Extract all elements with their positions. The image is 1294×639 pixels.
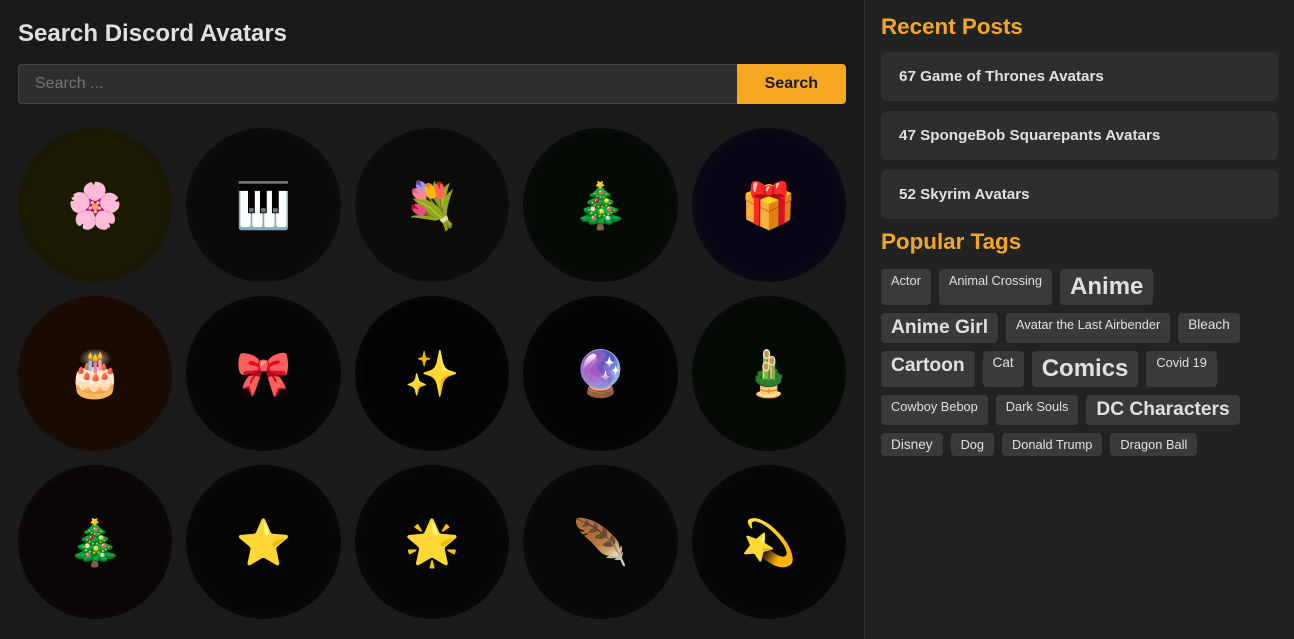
page-title: Search Discord Avatars: [18, 20, 846, 48]
avatar-item[interactable]: 🎀: [186, 296, 340, 450]
tag-item[interactable]: Cat: [983, 351, 1024, 387]
recent-posts-title: Recent Posts: [881, 14, 1278, 40]
avatar-item[interactable]: 🎄: [523, 128, 677, 282]
search-bar: Search: [18, 64, 846, 104]
tag-item[interactable]: DC Characters: [1086, 395, 1239, 425]
avatar-item[interactable]: ✨: [355, 296, 509, 450]
avatar-item[interactable]: 💫: [692, 465, 846, 619]
tag-item[interactable]: Dog: [951, 433, 994, 456]
avatar-item[interactable]: 🎍: [692, 296, 846, 450]
avatar-item[interactable]: 🌸: [18, 128, 172, 282]
tag-item[interactable]: Animal Crossing: [939, 269, 1052, 305]
avatar-item[interactable]: 🎁: [692, 128, 846, 282]
recent-post-card[interactable]: 47 SpongeBob Squarepants Avatars: [881, 111, 1278, 160]
tag-item[interactable]: Disney: [881, 433, 943, 456]
avatar-item[interactable]: 🎂: [18, 296, 172, 450]
avatar-item[interactable]: 🔮: [523, 296, 677, 450]
popular-tags-title: Popular Tags: [881, 229, 1278, 255]
tag-item[interactable]: Covid 19: [1146, 351, 1217, 387]
tag-item[interactable]: Cartoon: [881, 351, 975, 387]
tag-item[interactable]: Actor: [881, 269, 931, 305]
tag-item[interactable]: Anime Girl: [881, 313, 998, 343]
avatar-item[interactable]: ⭐: [186, 465, 340, 619]
search-button[interactable]: Search: [737, 64, 846, 104]
avatar-item[interactable]: 🪶: [523, 465, 677, 619]
tag-item[interactable]: Dark Souls: [996, 395, 1079, 425]
avatar-item[interactable]: 🌟: [355, 465, 509, 619]
sidebar: Recent Posts 67 Game of Thrones Avatars 4…: [864, 0, 1294, 639]
tags-container: ActorAnimal CrossingAnime Anime Girl Avata…: [881, 269, 1278, 456]
avatar-item[interactable]: 🎹: [186, 128, 340, 282]
main-content: Search Discord Avatars Search 🌸🎹💐🎄🎁🎂🎀✨🔮🎍…: [0, 0, 864, 639]
avatar-grid: 🌸🎹💐🎄🎁🎂🎀✨🔮🎍🎄⭐🌟🪶💫: [18, 128, 846, 619]
recent-post-card[interactable]: 52 Skyrim Avatars: [881, 170, 1278, 219]
tag-item[interactable]: Dragon Ball: [1110, 433, 1197, 456]
recent-posts-list: 67 Game of Thrones Avatars 47 SpongeBob S…: [881, 52, 1278, 219]
tag-item[interactable]: Anime: [1060, 269, 1153, 305]
tag-item[interactable]: Bleach: [1178, 313, 1240, 343]
search-input[interactable]: [18, 64, 737, 104]
tag-item[interactable]: Avatar the Last Airbender: [1006, 313, 1170, 343]
avatar-item[interactable]: 💐: [355, 128, 509, 282]
tag-item[interactable]: Donald Trump: [1002, 433, 1102, 456]
tag-item[interactable]: Cowboy Bebop: [881, 395, 988, 425]
recent-post-card[interactable]: 67 Game of Thrones Avatars: [881, 52, 1278, 101]
avatar-item[interactable]: 🎄: [18, 465, 172, 619]
tag-item[interactable]: Comics: [1032, 351, 1139, 387]
